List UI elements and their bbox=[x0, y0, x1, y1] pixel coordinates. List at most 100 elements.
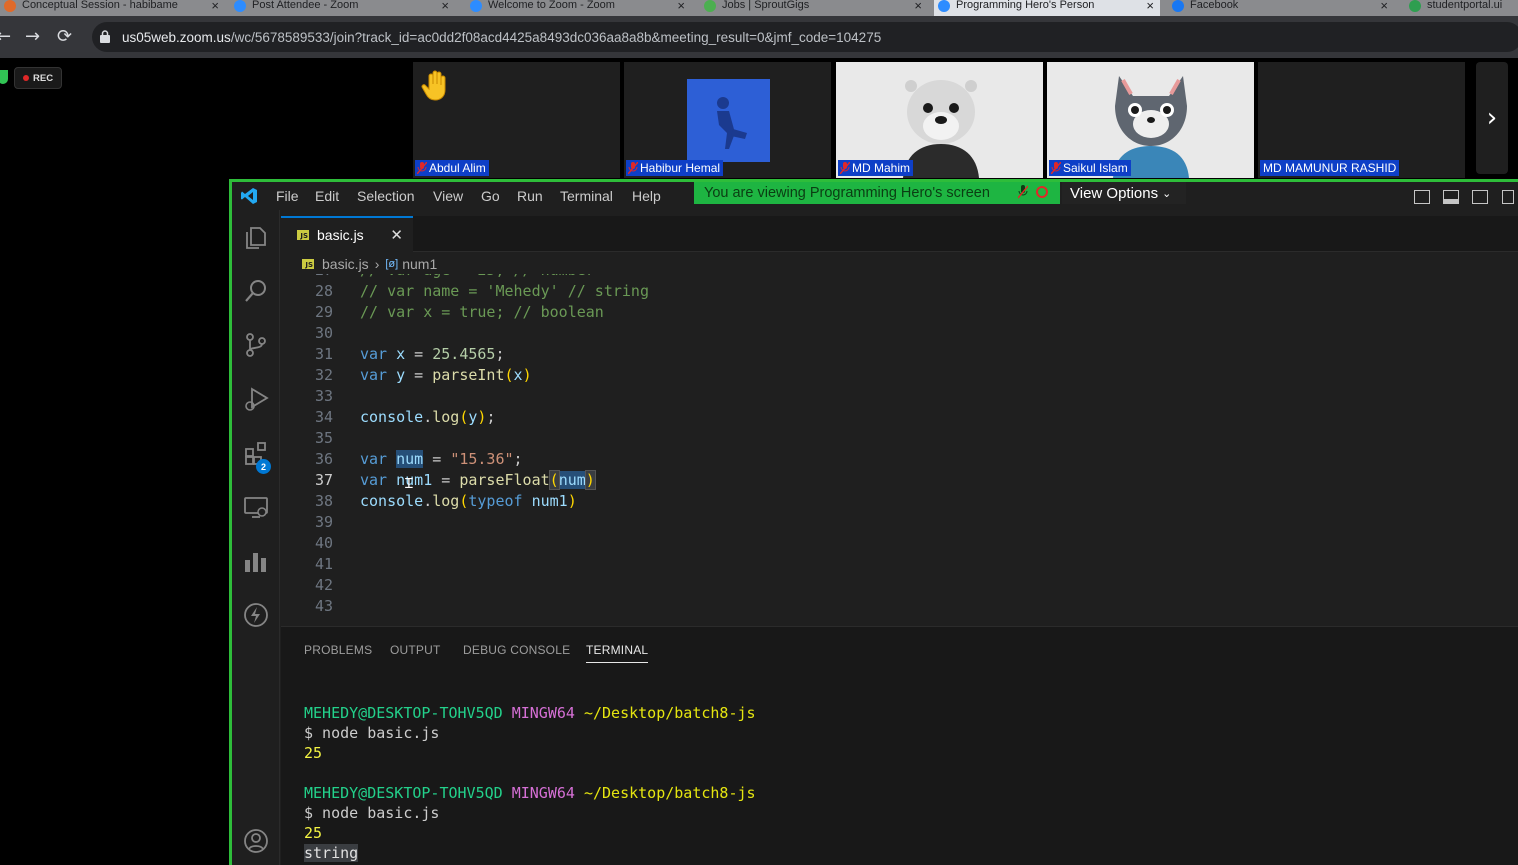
browser-tab[interactable]: Post Attendee - Zoom × bbox=[230, 0, 455, 16]
line-number: 38 bbox=[314, 492, 333, 510]
code-line: console.log(typeof num1) bbox=[360, 492, 577, 510]
tab-favicon-icon bbox=[470, 0, 482, 12]
terminal-command: $ node basic.js bbox=[304, 804, 440, 822]
charts-icon[interactable] bbox=[243, 548, 269, 574]
browser-tab[interactable]: Conceptual Session - habibame × bbox=[0, 0, 225, 16]
muted-mic-icon bbox=[417, 162, 427, 174]
code-line-current: var num1 = parseFloat(num) bbox=[360, 470, 596, 490]
toggle-panel-icon[interactable] bbox=[1443, 190, 1459, 204]
line-number: 41 bbox=[314, 555, 333, 573]
code-editor[interactable]: 27 28 29 30 31 32 33 34 35 36 37 38 39 4… bbox=[281, 274, 1518, 626]
menu-terminal[interactable]: Terminal bbox=[560, 188, 613, 204]
breadcrumb-file[interactable]: basic.js bbox=[322, 256, 369, 272]
browser-tab[interactable]: Facebook × bbox=[1168, 0, 1394, 16]
zoom-meeting: REC Abdul Alim Habibur Hemal MD Mahim Sa… bbox=[0, 58, 1518, 865]
tab-favicon-icon bbox=[1172, 0, 1184, 12]
close-tab-icon[interactable]: × bbox=[441, 0, 449, 13]
browser-tab[interactable]: Welcome to Zoom - Zoom × bbox=[466, 0, 691, 16]
participant-name: MD MAMUNUR RASHID bbox=[1260, 160, 1400, 176]
tab-basic-js[interactable]: JS basic.js ✕ bbox=[281, 216, 413, 252]
browser-tab-active[interactable]: Programming Hero's Person × bbox=[934, 0, 1160, 16]
participant-tile[interactable]: MD Mahim bbox=[836, 62, 1043, 178]
customize-layout-icon[interactable] bbox=[1502, 190, 1514, 204]
line-number: 29 bbox=[314, 303, 333, 321]
toggle-secondary-sidebar-icon[interactable] bbox=[1472, 190, 1488, 204]
line-number-current: 37 bbox=[314, 471, 333, 489]
close-tab-icon[interactable]: × bbox=[914, 0, 922, 13]
back-arrow-icon[interactable]: ← bbox=[0, 26, 11, 47]
line-number: 34 bbox=[314, 408, 333, 426]
lightning-icon[interactable] bbox=[243, 602, 269, 628]
code-line: var y = parseInt(x) bbox=[360, 366, 532, 384]
breadcrumb: JS basic.js › [ø] num1 bbox=[302, 254, 437, 274]
screen-share-banner: You are viewing Programming Hero's scree… bbox=[694, 182, 1060, 204]
tab-debug-console[interactable]: DEBUG CONSOLE bbox=[463, 643, 570, 657]
code-line: console.log(y); bbox=[360, 408, 496, 426]
participant-tile[interactable]: Saikul Islam bbox=[1047, 62, 1254, 178]
browser-tab[interactable]: studentportal.ui bbox=[1405, 0, 1518, 16]
participant-name: Abdul Alim bbox=[415, 160, 489, 176]
terminal-output: string bbox=[304, 844, 359, 862]
breadcrumb-symbol[interactable]: num1 bbox=[402, 256, 437, 272]
stop-indicator-icon[interactable] bbox=[1036, 186, 1048, 198]
search-icon[interactable] bbox=[243, 278, 269, 304]
forward-arrow-icon[interactable]: → bbox=[25, 26, 40, 47]
line-number: 27 bbox=[301, 274, 333, 279]
tab-favicon-icon bbox=[938, 0, 950, 12]
menu-selection[interactable]: Selection bbox=[357, 188, 415, 204]
raised-hand-icon bbox=[421, 70, 446, 101]
close-icon[interactable]: ✕ bbox=[390, 226, 403, 244]
account-icon[interactable] bbox=[243, 828, 269, 854]
line-number: 30 bbox=[314, 324, 333, 342]
next-page-arrow-icon[interactable]: › bbox=[1476, 62, 1508, 174]
url-field[interactable]: us05web.zoom.us/wc/5678589533/join?track… bbox=[92, 22, 1518, 52]
run-debug-icon[interactable] bbox=[243, 386, 269, 412]
explorer-icon[interactable] bbox=[243, 224, 269, 250]
code-line: var num = "15.36"; bbox=[360, 450, 523, 468]
participant-tile[interactable]: MD MAMUNUR RASHID bbox=[1258, 62, 1465, 178]
close-tab-icon[interactable]: × bbox=[1380, 0, 1388, 13]
line-number: 43 bbox=[314, 597, 333, 615]
tab-terminal[interactable]: TERMINAL bbox=[586, 643, 649, 663]
menu-edit[interactable]: Edit bbox=[315, 188, 339, 204]
chevron-down-icon: ⌄ bbox=[1162, 187, 1172, 200]
menu-run[interactable]: Run bbox=[517, 188, 543, 204]
participant-tile[interactable]: Abdul Alim bbox=[413, 62, 620, 178]
terminal-prompt: MEHEDY@DESKTOP-TOHV5QD MINGW64 ~/Desktop… bbox=[304, 784, 756, 802]
muted-mic-icon bbox=[840, 162, 850, 174]
lock-icon[interactable] bbox=[100, 30, 110, 43]
shared-screen: File Edit Selection View Go Run Terminal… bbox=[229, 179, 1518, 865]
browser-tab[interactable]: Jobs | SproutGigs × bbox=[700, 0, 928, 16]
participant-tile[interactable]: Habibur Hemal bbox=[624, 62, 831, 178]
close-tab-icon[interactable]: × bbox=[677, 0, 685, 13]
code-line: var x = 25.4565; bbox=[360, 345, 505, 363]
line-number: 33 bbox=[314, 387, 333, 405]
toggle-sidebar-icon[interactable] bbox=[1414, 190, 1430, 204]
menu-go[interactable]: Go bbox=[481, 188, 500, 204]
muted-mic-icon bbox=[628, 162, 638, 174]
muted-mic-icon[interactable] bbox=[1018, 185, 1028, 199]
menu-help[interactable]: Help bbox=[632, 188, 661, 204]
tab-favicon-icon bbox=[234, 0, 246, 12]
line-number: 36 bbox=[314, 450, 333, 468]
tab-favicon-icon bbox=[4, 0, 16, 12]
editor-tabs: JS basic.js ✕ bbox=[281, 216, 1518, 252]
chevron-right-icon: › bbox=[374, 256, 380, 272]
participant-name: Habibur Hemal bbox=[626, 160, 724, 176]
remote-explorer-icon[interactable] bbox=[243, 494, 269, 520]
source-control-icon[interactable] bbox=[243, 332, 269, 358]
reload-icon[interactable]: ⟳ bbox=[57, 26, 72, 47]
view-options-button[interactable]: View Options ⌄ bbox=[1062, 182, 1186, 204]
line-number: 35 bbox=[314, 429, 333, 447]
close-tab-icon[interactable]: × bbox=[1146, 0, 1154, 13]
close-tab-icon[interactable]: × bbox=[211, 0, 219, 13]
security-shield-icon[interactable] bbox=[0, 70, 8, 84]
tab-output[interactable]: OUTPUT bbox=[390, 643, 441, 657]
code-line: // var x = true; // boolean bbox=[360, 303, 604, 321]
line-number: 31 bbox=[314, 345, 333, 363]
tab-problems[interactable]: PROBLEMS bbox=[304, 643, 372, 657]
menu-view[interactable]: View bbox=[433, 188, 463, 204]
variable-symbol-icon: [ø] bbox=[385, 258, 399, 270]
menu-file[interactable]: File bbox=[276, 188, 299, 204]
recording-indicator[interactable]: REC bbox=[14, 67, 62, 89]
